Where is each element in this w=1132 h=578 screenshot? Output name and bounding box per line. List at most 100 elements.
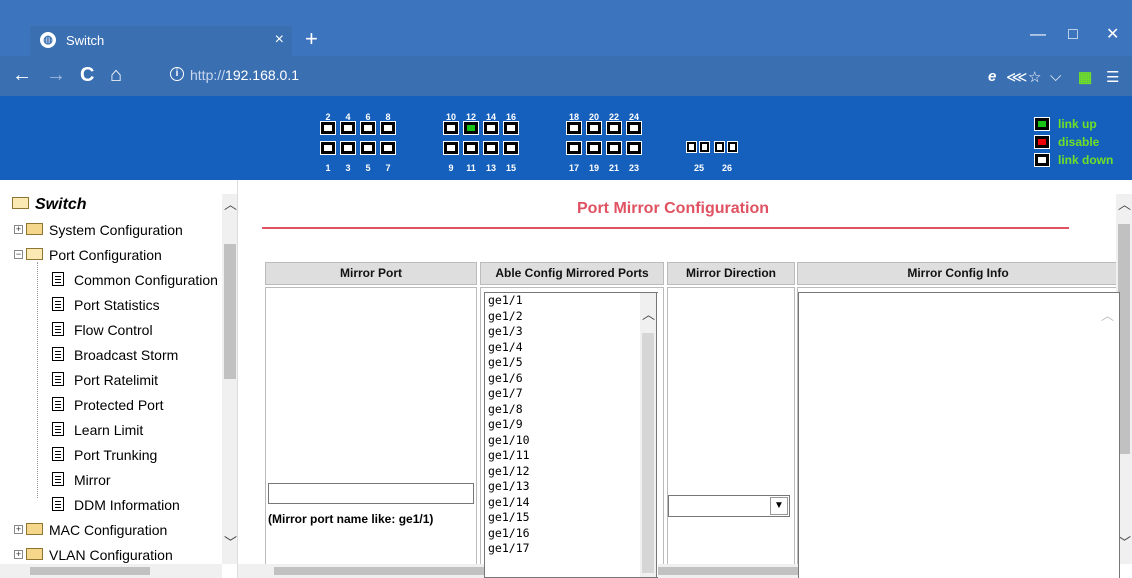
- sidebar-item-port-ratelimit[interactable]: Port Ratelimit: [52, 370, 158, 395]
- sidebar-item-system-configuration[interactable]: + System Configuration: [14, 220, 183, 245]
- sidebar-item-common-configuration[interactable]: Common Configuration: [52, 270, 218, 295]
- sidebar-vscrollbar[interactable]: [222, 194, 237, 564]
- sidebar-item-port-configuration[interactable]: − Port Configuration: [14, 245, 162, 270]
- menu-icon[interactable]: ☰: [1106, 68, 1119, 86]
- mirror-port-input[interactable]: [268, 483, 474, 504]
- port-icon[interactable]: [503, 121, 519, 135]
- back-button[interactable]: ←: [12, 64, 32, 86]
- sidebar-item-port-trunking[interactable]: Port Trunking: [52, 445, 157, 470]
- mirror-port-hint: (Mirror port name like: ge1/1): [268, 512, 434, 526]
- sidebar-item-mac-configuration[interactable]: + MAC Configuration: [14, 520, 167, 545]
- ie-mode-icon[interactable]: e: [988, 68, 996, 85]
- close-window-button[interactable]: ✕: [1106, 26, 1119, 44]
- mirror-direction-select[interactable]: ▼: [668, 495, 790, 517]
- port-icon[interactable]: [586, 121, 602, 135]
- port-list-option[interactable]: ge1/14: [485, 495, 658, 511]
- info-scroll-up-icon[interactable]: ︿: [1101, 309, 1114, 323]
- sidebar-item-port-statistics[interactable]: Port Statistics: [52, 295, 160, 320]
- globe-icon: ◍: [40, 32, 56, 48]
- listbox-vscrollbar[interactable]: [640, 292, 657, 578]
- port-icon[interactable]: [503, 141, 519, 155]
- port-list-option[interactable]: ge1/12: [485, 464, 658, 480]
- port-list-option[interactable]: ge1/11: [485, 448, 658, 464]
- port-list-option[interactable]: ge1/17: [485, 541, 658, 557]
- sidebar-item-learn-limit[interactable]: Learn Limit: [52, 420, 143, 445]
- port-list-option[interactable]: ge1/16: [485, 526, 658, 542]
- port-icon[interactable]: [360, 141, 376, 155]
- collapse-icon[interactable]: −: [14, 249, 23, 259]
- port-list-option[interactable]: ge1/10: [485, 433, 658, 449]
- new-tab-button[interactable]: +: [305, 27, 318, 51]
- port-list-option[interactable]: ge1/6: [485, 371, 658, 387]
- port-icon[interactable]: [483, 141, 499, 155]
- port-icon[interactable]: [606, 141, 622, 155]
- port-icon[interactable]: [443, 121, 459, 135]
- port-icon[interactable]: [360, 121, 376, 135]
- port-icon[interactable]: [380, 121, 396, 135]
- port-icon[interactable]: [320, 141, 336, 155]
- scroll-down-icon[interactable]: ﹀: [224, 536, 237, 550]
- maximize-button[interactable]: □: [1068, 26, 1078, 44]
- port-icon[interactable]: [483, 121, 499, 135]
- sidebar-item-ddm-information[interactable]: DDM Information: [52, 495, 180, 520]
- port-icon[interactable]: [626, 121, 642, 135]
- legend-link-up: link up: [1034, 117, 1113, 135]
- mirrored-ports-listbox[interactable]: ge1/1 ge1/2 ge1/3 ge1/4 ge1/5 ge1/6 ge1/7 ge1/8…: [484, 292, 658, 578]
- port-icon[interactable]: [566, 121, 582, 135]
- port-icon[interactable]: [320, 121, 336, 135]
- extensions-icon[interactable]: ▦: [1078, 68, 1092, 86]
- sfp-port[interactable]: [713, 141, 741, 156]
- chevron-down-icon[interactable]: ▼: [770, 497, 788, 515]
- star-icon[interactable]: ☆: [1028, 68, 1041, 86]
- port-list-option[interactable]: ge1/3: [485, 324, 658, 340]
- scroll-up-icon[interactable]: ︿: [224, 198, 237, 212]
- home-button[interactable]: ⌂: [110, 64, 122, 86]
- port-list-option[interactable]: ge1/2: [485, 309, 658, 325]
- port-list-option[interactable]: ge1/9: [485, 417, 658, 433]
- port-list-option[interactable]: ge1/7: [485, 386, 658, 402]
- tree-root-switch[interactable]: Switch: [12, 195, 87, 220]
- expand-icon[interactable]: +: [14, 224, 23, 234]
- tab-close-icon[interactable]: ×: [275, 30, 284, 50]
- url-field[interactable]: i http://192.168.0.1: [160, 62, 1010, 90]
- info-icon[interactable]: i: [170, 67, 184, 81]
- forward-button[interactable]: →: [46, 64, 66, 86]
- chevron-down-icon[interactable]: ⌵: [1050, 68, 1061, 85]
- port-icon[interactable]: [463, 141, 479, 155]
- port-list-option[interactable]: ge1/5: [485, 355, 658, 371]
- port-list-option[interactable]: ge1/15: [485, 510, 658, 526]
- listbox-scroll-up-icon[interactable]: ︿: [642, 308, 655, 322]
- port-icon[interactable]: [463, 121, 479, 135]
- port-icon[interactable]: [380, 141, 396, 155]
- minimize-button[interactable]: —: [1030, 26, 1046, 44]
- browser-tab[interactable]: ◍ Switch ×: [30, 26, 292, 56]
- expand-icon[interactable]: +: [14, 524, 23, 534]
- share-icon[interactable]: ⋘: [1006, 68, 1027, 86]
- folder-icon: [26, 523, 43, 536]
- port-icon[interactable]: [443, 141, 459, 155]
- listbox-vscroll-thumb[interactable]: [642, 333, 654, 573]
- reload-button[interactable]: C: [80, 64, 94, 86]
- port-icon[interactable]: [340, 121, 356, 135]
- sidebar-item-mirror[interactable]: Mirror: [52, 470, 111, 495]
- port-list-option[interactable]: ge1/13: [485, 479, 658, 495]
- port-icon[interactable]: [566, 141, 582, 155]
- main-scroll-up-icon[interactable]: ︿: [1118, 198, 1131, 212]
- sidebar-item-broadcast-storm[interactable]: Broadcast Storm: [52, 345, 178, 370]
- sidebar-hscroll-thumb[interactable]: [30, 567, 150, 575]
- port-list-option[interactable]: ge1/8: [485, 402, 658, 418]
- port-icon[interactable]: [606, 121, 622, 135]
- port-list-option[interactable]: ge1/1: [485, 293, 658, 309]
- sfp-port[interactable]: [685, 141, 713, 156]
- sidebar-item-label: VLAN Configuration: [49, 547, 173, 563]
- sidebar-item-flow-control[interactable]: Flow Control: [52, 320, 153, 345]
- port-list-option[interactable]: ge1/4: [485, 340, 658, 356]
- sidebar-hscrollbar[interactable]: [0, 564, 222, 578]
- expand-icon[interactable]: +: [14, 549, 23, 559]
- port-icon[interactable]: [626, 141, 642, 155]
- port-icon[interactable]: [340, 141, 356, 155]
- port-icon[interactable]: [586, 141, 602, 155]
- mirror-config-info-textarea[interactable]: ︿: [798, 292, 1120, 578]
- sidebar-vscroll-thumb[interactable]: [224, 244, 236, 379]
- sidebar-item-protected-port[interactable]: Protected Port: [52, 395, 164, 420]
